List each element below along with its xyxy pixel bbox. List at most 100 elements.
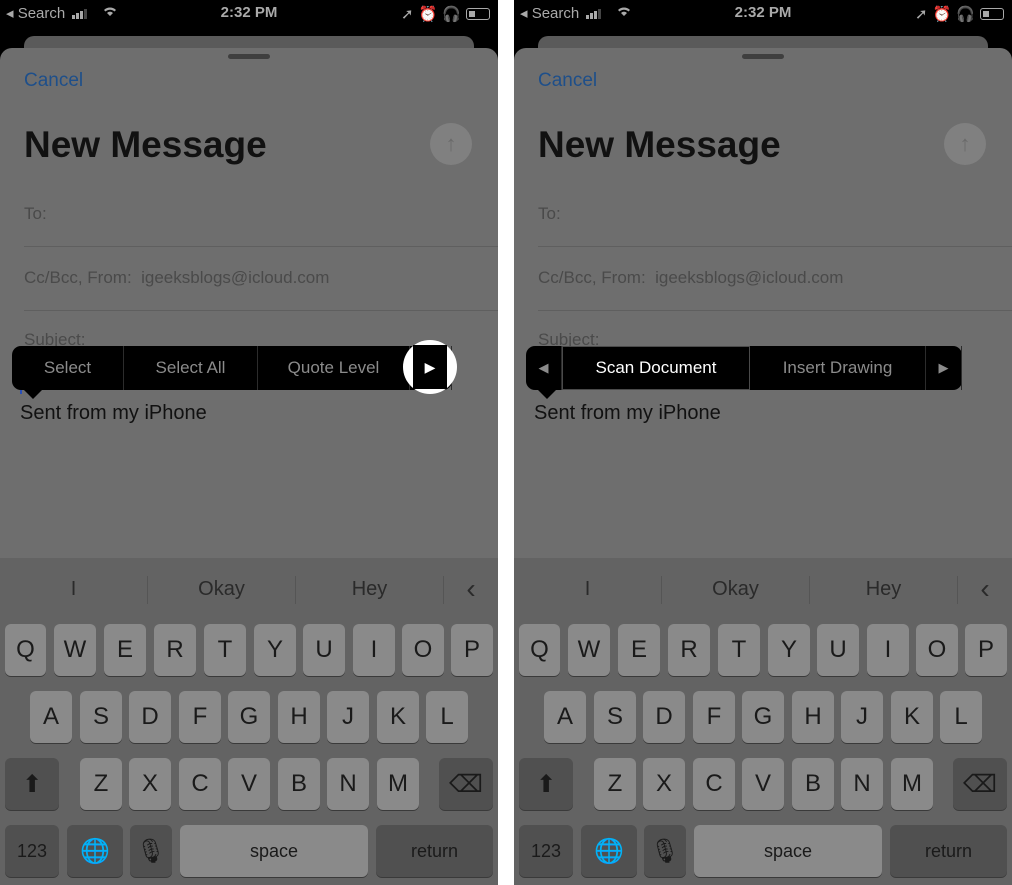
key[interactable]: B bbox=[278, 758, 320, 810]
key[interactable]: U bbox=[817, 624, 859, 676]
send-button[interactable]: ↑ bbox=[944, 123, 986, 165]
return-key[interactable]: return bbox=[376, 825, 493, 877]
key[interactable]: D bbox=[643, 691, 685, 743]
space-key[interactable]: space bbox=[694, 825, 882, 877]
key[interactable]: M bbox=[891, 758, 933, 810]
key[interactable]: W bbox=[568, 624, 610, 676]
chevron-left-icon[interactable]: ‹ bbox=[958, 558, 1012, 620]
globe-key[interactable]: 🌐 bbox=[67, 825, 123, 877]
menu-item-select-all[interactable]: Select All bbox=[124, 346, 258, 390]
key[interactable]: A bbox=[544, 691, 586, 743]
divider bbox=[24, 310, 498, 311]
globe-key[interactable]: 🌐 bbox=[581, 825, 637, 877]
key[interactable]: P bbox=[965, 624, 1007, 676]
key[interactable]: A bbox=[30, 691, 72, 743]
key[interactable]: G bbox=[228, 691, 270, 743]
key[interactable]: Y bbox=[768, 624, 810, 676]
key[interactable]: L bbox=[426, 691, 468, 743]
sheet-grabber[interactable] bbox=[228, 54, 270, 59]
key[interactable]: O bbox=[916, 624, 958, 676]
to-field[interactable]: To: bbox=[24, 204, 47, 224]
divider bbox=[538, 310, 1012, 311]
compose-sheet: Cancel New Message ↑ To: Cc/Bcc, From: i… bbox=[514, 48, 1012, 568]
suggestion[interactable]: Hey bbox=[296, 558, 443, 620]
key[interactable]: W bbox=[54, 624, 96, 676]
suggestion[interactable]: I bbox=[0, 558, 147, 620]
shift-key[interactable]: ⬆ bbox=[519, 758, 573, 810]
message-body-signature[interactable]: Sent from my iPhone bbox=[534, 402, 721, 425]
numbers-key[interactable]: 123 bbox=[5, 825, 59, 877]
menu-item-select[interactable]: Select bbox=[12, 346, 124, 390]
key[interactable]: V bbox=[742, 758, 784, 810]
cancel-button[interactable]: Cancel bbox=[24, 70, 83, 92]
key[interactable]: L bbox=[940, 691, 982, 743]
dictation-key[interactable]: 🎙 bbox=[644, 825, 686, 877]
sheet-grabber[interactable] bbox=[742, 54, 784, 59]
key[interactable]: C bbox=[693, 758, 735, 810]
key[interactable]: E bbox=[618, 624, 660, 676]
key[interactable]: O bbox=[402, 624, 444, 676]
key[interactable]: X bbox=[129, 758, 171, 810]
numbers-key[interactable]: 123 bbox=[519, 825, 573, 877]
cancel-button[interactable]: Cancel bbox=[538, 70, 597, 92]
return-key[interactable]: return bbox=[890, 825, 1007, 877]
key[interactable]: N bbox=[841, 758, 883, 810]
key[interactable]: C bbox=[179, 758, 221, 810]
menu-previous-button[interactable]: ◀ bbox=[526, 346, 562, 390]
space-key[interactable]: space bbox=[180, 825, 368, 877]
edit-menu: ◀ Scan Document Insert Drawing ▶ bbox=[526, 346, 962, 399]
key[interactable]: J bbox=[841, 691, 883, 743]
key[interactable]: X bbox=[643, 758, 685, 810]
key[interactable]: F bbox=[693, 691, 735, 743]
key[interactable]: B bbox=[792, 758, 834, 810]
key[interactable]: Q bbox=[519, 624, 560, 676]
key[interactable]: D bbox=[129, 691, 171, 743]
key[interactable]: Y bbox=[254, 624, 296, 676]
suggestion[interactable]: Okay bbox=[662, 558, 809, 620]
key[interactable]: U bbox=[303, 624, 345, 676]
key[interactable]: N bbox=[327, 758, 369, 810]
key[interactable]: H bbox=[278, 691, 320, 743]
menu-next-button[interactable]: ▶ bbox=[926, 346, 962, 390]
key[interactable]: T bbox=[718, 624, 760, 676]
key[interactable]: S bbox=[594, 691, 636, 743]
send-button[interactable]: ↑ bbox=[430, 123, 472, 165]
menu-item-scan-document[interactable]: Scan Document bbox=[562, 346, 750, 390]
key[interactable]: E bbox=[104, 624, 146, 676]
key[interactable]: G bbox=[742, 691, 784, 743]
key[interactable]: I bbox=[353, 624, 395, 676]
key[interactable]: Z bbox=[594, 758, 636, 810]
menu-pointer bbox=[23, 389, 43, 399]
suggestion[interactable]: I bbox=[514, 558, 661, 620]
key[interactable]: F bbox=[179, 691, 221, 743]
key[interactable]: I bbox=[867, 624, 909, 676]
delete-key[interactable]: ⌫ bbox=[439, 758, 493, 810]
alarm-icon: ⏰ bbox=[418, 6, 438, 23]
key[interactable]: V bbox=[228, 758, 270, 810]
key[interactable]: R bbox=[154, 624, 196, 676]
suggestion[interactable]: Hey bbox=[810, 558, 957, 620]
highlighted-next-arrow[interactable]: ▶ bbox=[403, 340, 457, 394]
delete-key[interactable]: ⌫ bbox=[953, 758, 1007, 810]
cc-from-field[interactable]: Cc/Bcc, From: igeeksblogs@icloud.com bbox=[24, 268, 329, 288]
key[interactable]: S bbox=[80, 691, 122, 743]
key[interactable]: P bbox=[451, 624, 493, 676]
key[interactable]: K bbox=[891, 691, 933, 743]
shift-key[interactable]: ⬆ bbox=[5, 758, 59, 810]
key[interactable]: R bbox=[668, 624, 710, 676]
key[interactable]: H bbox=[792, 691, 834, 743]
menu-item-quote-level[interactable]: Quote Level bbox=[258, 346, 410, 390]
dictation-key[interactable]: 🎙 bbox=[130, 825, 172, 877]
message-body-signature[interactable]: Sent from my iPhone bbox=[20, 402, 207, 425]
key[interactable]: Z bbox=[80, 758, 122, 810]
suggestion[interactable]: Okay bbox=[148, 558, 295, 620]
cc-from-field[interactable]: Cc/Bcc, From: igeeksblogs@icloud.com bbox=[538, 268, 843, 288]
key[interactable]: T bbox=[204, 624, 246, 676]
key[interactable]: J bbox=[327, 691, 369, 743]
key[interactable]: M bbox=[377, 758, 419, 810]
key[interactable]: K bbox=[377, 691, 419, 743]
menu-item-insert-drawing[interactable]: Insert Drawing bbox=[750, 346, 926, 390]
to-field[interactable]: To: bbox=[538, 204, 561, 224]
key[interactable]: Q bbox=[5, 624, 46, 676]
chevron-left-icon[interactable]: ‹ bbox=[444, 558, 498, 620]
